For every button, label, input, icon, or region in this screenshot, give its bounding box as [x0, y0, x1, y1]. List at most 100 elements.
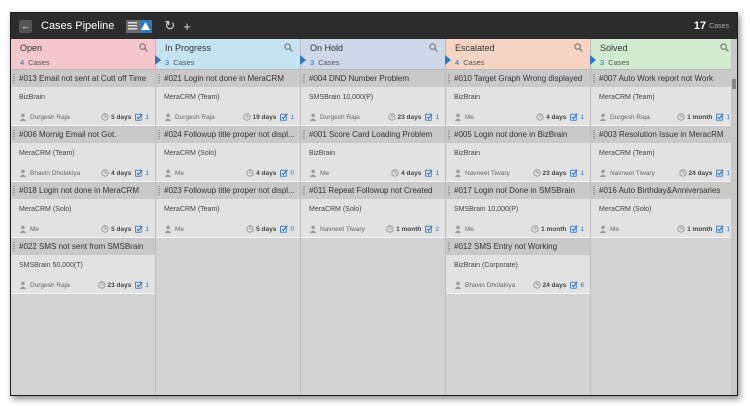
- case-card[interactable]: #012 SMS Entry not Working BizBrain (Cor…: [446, 238, 590, 294]
- case-title[interactable]: #001 Score Card Loading Problem: [301, 126, 445, 143]
- case-card[interactable]: #016 Auto Birthday&Anniversaries MeraCRM…: [591, 182, 736, 238]
- case-owner: Me: [465, 113, 475, 121]
- case-title[interactable]: #021 Login not done in MeraCRM: [156, 70, 300, 87]
- check-icon[interactable]: [425, 169, 433, 177]
- case-footer: Me 1 month 1: [454, 225, 584, 233]
- case-title[interactable]: #018 Login not done in MeraCRM: [11, 182, 155, 199]
- check-icon[interactable]: [425, 113, 433, 121]
- case-age: 1 month: [687, 113, 713, 121]
- case-card[interactable]: #007 Auto Work report not Work MeraCRM (…: [591, 70, 736, 126]
- column-header[interactable]: Solved 3 Cases: [591, 39, 736, 70]
- check-icon[interactable]: [716, 113, 724, 121]
- card-list: #021 Login not done in MeraCRM MeraCRM (…: [156, 70, 300, 238]
- back-arrow-icon[interactable]: ←: [19, 19, 32, 33]
- add-icon[interactable]: +: [183, 19, 191, 34]
- case-footer: Me 1 month 1: [599, 225, 730, 233]
- scrollbar-thumb[interactable]: [732, 79, 736, 89]
- case-card[interactable]: #017 Login not Done in SMSBrain SMSBrain…: [446, 182, 590, 238]
- column-count-label: Cases: [173, 58, 195, 67]
- case-title[interactable]: #007 Auto Work report not Work: [591, 70, 736, 87]
- zoom-icon[interactable]: [139, 43, 148, 52]
- user-icon: [309, 169, 317, 177]
- case-company: SMSBrain 10,000(P): [454, 206, 519, 213]
- case-owner: Me: [175, 169, 185, 177]
- case-footer: Navneet Tiwary 24 days 1: [599, 169, 730, 177]
- clock-icon: [101, 169, 109, 177]
- case-owner: Me: [30, 225, 40, 233]
- check-icon[interactable]: [716, 225, 724, 233]
- check-icon[interactable]: [716, 169, 724, 177]
- check-icon[interactable]: [570, 113, 578, 121]
- case-card[interactable]: #004 DND Number Problem SMSBrain 10,000(…: [301, 70, 445, 126]
- case-card[interactable]: #018 Login not done in MeraCRM MeraCRM (…: [11, 182, 155, 238]
- zoom-icon[interactable]: [720, 43, 729, 52]
- case-owner: Durgesh Raja: [610, 113, 650, 121]
- check-icon[interactable]: [570, 281, 578, 289]
- case-title[interactable]: #004 DND Number Problem: [301, 70, 445, 87]
- case-task-count: 1: [145, 281, 149, 289]
- user-icon: [454, 169, 462, 177]
- case-title[interactable]: #011 Repeat Followup not Created: [301, 182, 445, 199]
- list-view-icon[interactable]: [126, 19, 140, 33]
- case-task-count: 1: [580, 113, 584, 121]
- case-title[interactable]: #005 Login not done in BizBrain: [446, 126, 590, 143]
- check-icon[interactable]: [135, 225, 143, 233]
- check-icon[interactable]: [135, 113, 143, 121]
- case-title[interactable]: #024 Followup title proper not displ...: [156, 126, 300, 143]
- case-title[interactable]: #022 SMS not sent from SMSBrain: [11, 238, 155, 255]
- pipeline-view-icon[interactable]: [139, 19, 153, 33]
- case-owner: Bhavin Dholakiya: [465, 281, 516, 289]
- refresh-icon[interactable]: ↻: [164, 18, 175, 34]
- check-icon[interactable]: [280, 225, 288, 233]
- case-task-count: 1: [580, 169, 584, 177]
- check-icon[interactable]: [135, 281, 143, 289]
- check-icon[interactable]: [425, 225, 433, 233]
- case-title[interactable]: #023 Followup title proper not displ...: [156, 182, 300, 199]
- case-company: BizBrain: [309, 150, 336, 157]
- column-title: Solved: [600, 43, 628, 53]
- total-case-count: 17: [693, 20, 707, 32]
- horizontal-scrollbar[interactable]: [731, 39, 737, 395]
- user-icon: [599, 113, 607, 121]
- column-header[interactable]: On Hold 3 Cases: [301, 39, 451, 70]
- check-icon[interactable]: [570, 225, 578, 233]
- case-owner: Me: [175, 225, 185, 233]
- column-header[interactable]: In Progress 3 Cases: [156, 39, 306, 70]
- zoom-icon[interactable]: [284, 43, 293, 52]
- case-owner: Durgesh Raja: [175, 113, 215, 121]
- case-title[interactable]: #013 Email not sent at Cutt off Time: [11, 70, 155, 87]
- case-task-count: 1: [580, 225, 584, 233]
- check-icon[interactable]: [570, 169, 578, 177]
- case-title[interactable]: #012 SMS Entry not Working: [446, 238, 590, 255]
- column-header[interactable]: Escalated 4 Cases: [446, 39, 596, 70]
- case-card[interactable]: #024 Followup title proper not displ... …: [156, 126, 300, 182]
- case-title[interactable]: #010 Target Graph Wrong displayed: [446, 70, 590, 87]
- case-card[interactable]: #013 Email not sent at Cutt off Time Biz…: [11, 70, 155, 126]
- case-card[interactable]: #005 Login not done in BizBrain BizBrain…: [446, 126, 590, 182]
- column-header[interactable]: Open 4 Cases: [11, 39, 161, 70]
- case-title[interactable]: #006 Mornig Email not Got.: [11, 126, 155, 143]
- case-footer: Durgesh Raja 1 month 1: [599, 113, 730, 121]
- zoom-icon[interactable]: [574, 43, 583, 52]
- case-owner: Me: [610, 225, 620, 233]
- case-title[interactable]: #016 Auto Birthday&Anniversaries: [591, 182, 736, 199]
- case-card[interactable]: #001 Score Card Loading Problem BizBrain…: [301, 126, 445, 182]
- check-icon[interactable]: [280, 113, 288, 121]
- case-card[interactable]: #010 Target Graph Wrong displayed BizBra…: [446, 70, 590, 126]
- check-icon[interactable]: [135, 169, 143, 177]
- case-card[interactable]: #022 SMS not sent from SMSBrain SMSBrain…: [11, 238, 155, 294]
- clock-icon: [242, 113, 251, 121]
- case-task-count: 1: [726, 225, 730, 233]
- case-card[interactable]: #006 Mornig Email not Got. MeraCRM (Team…: [11, 126, 155, 182]
- case-task-count: 1: [145, 225, 149, 233]
- case-card[interactable]: #011 Repeat Followup not Created MeraCRM…: [301, 182, 445, 238]
- zoom-icon[interactable]: [429, 43, 438, 52]
- case-card[interactable]: #023 Followup title proper not displ... …: [156, 182, 300, 238]
- case-company: BizBrain: [454, 94, 481, 101]
- case-footer: Durgesh Raja 19 days 1: [164, 113, 294, 121]
- check-icon[interactable]: [280, 169, 288, 177]
- case-title[interactable]: #003 Resolution Issue in MeracRM: [591, 126, 736, 143]
- case-card[interactable]: #021 Login not done in MeraCRM MeraCRM (…: [156, 70, 300, 126]
- case-title[interactable]: #017 Login not Done in SMSBrain: [446, 182, 590, 199]
- case-card[interactable]: #003 Resolution Issue in MeracRM MeraCRM…: [591, 126, 736, 182]
